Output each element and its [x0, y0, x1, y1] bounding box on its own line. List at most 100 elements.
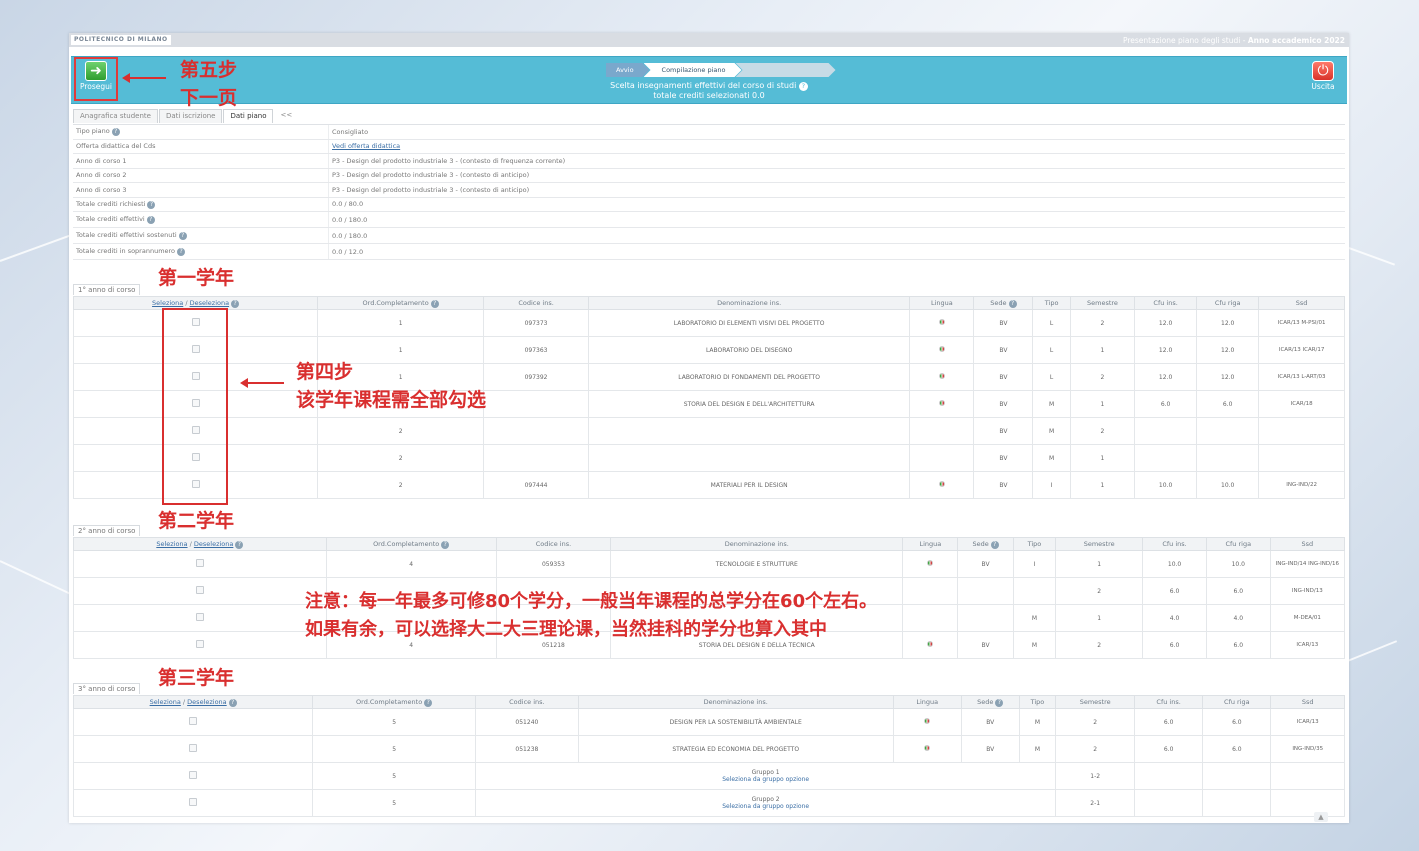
question-icon[interactable]: ? — [235, 540, 244, 549]
info-key: Totale crediti in soprannumero? — [73, 247, 328, 256]
question-icon[interactable]: ? — [430, 299, 439, 308]
italian-flag-icon — [927, 560, 934, 566]
question-icon[interactable]: ? — [441, 540, 450, 549]
table-header-row: Seleziona / Deseleziona? Ord.Completament… — [73, 537, 1346, 551]
cfu-row-cell: 10.0 — [1205, 550, 1271, 578]
code-cell — [483, 417, 590, 445]
deselect-all-link[interactable]: Deseleziona — [190, 299, 230, 307]
group-select-link[interactable]: Seleziona da gruppo opzione — [476, 776, 1055, 783]
semester-cell: 2 — [1069, 363, 1136, 391]
question-icon[interactable]: ? — [990, 540, 999, 549]
ord-cell: 2 — [317, 471, 485, 499]
column-header: Semestre — [1055, 695, 1136, 709]
language-cell — [909, 363, 975, 391]
question-icon[interactable]: ? — [228, 698, 237, 707]
language-cell — [902, 550, 959, 578]
info-key: Anno di corso 2 — [76, 171, 127, 180]
sede-cell: BV — [957, 550, 1014, 578]
semester-cell: 1 — [1055, 604, 1144, 632]
info-row: Totale crediti richiesti? 0.0 / 80.0 — [73, 197, 1345, 212]
info-key: Offerta didattica del Cds — [76, 142, 156, 151]
language-cell — [909, 444, 975, 472]
sede-cell: BV — [973, 336, 1034, 364]
cfu-cell: 6.0 — [1134, 735, 1204, 763]
select-header: Seleziona / Deseleziona? — [73, 537, 327, 551]
cfu-row-cell — [1196, 417, 1260, 445]
question-icon[interactable]: ? — [1008, 299, 1017, 308]
info-value[interactable]: Vedi offerta didattica — [328, 139, 1345, 153]
column-header: Cfu riga — [1196, 296, 1260, 310]
scroll-top-button[interactable]: ▲ — [1314, 812, 1328, 822]
step-avvio: Avvio — [606, 63, 650, 77]
step-compilazione: Compilazione piano — [644, 63, 742, 77]
column-header: Sede? — [960, 695, 1020, 709]
cfu-row-cell: 12.0 — [1196, 309, 1260, 337]
annotation-year3: 第三学年 — [158, 667, 235, 689]
column-header: Ord.Completamento? — [325, 537, 497, 551]
course-checkbox[interactable] — [195, 613, 204, 621]
ssd-cell: ICAR/13 — [1269, 631, 1346, 659]
course-checkbox[interactable] — [195, 559, 204, 567]
academic-year-title: Presentazione piano degli studi - Anno a… — [1122, 35, 1345, 45]
tipo-cell: L — [1032, 309, 1071, 337]
deselect-all-link[interactable]: Deseleziona — [187, 698, 227, 706]
info-row: Anno di corso 3 P3 - Design del prodotto … — [73, 183, 1345, 198]
course-table: Seleziona / Deseleziona? Ord.Completament… — [72, 296, 1345, 499]
course-checkbox[interactable] — [195, 640, 204, 648]
tab-collapse[interactable]: << — [274, 109, 298, 123]
tipo-cell: M — [1032, 417, 1071, 445]
italian-flag-icon — [938, 481, 945, 487]
question-icon[interactable]: ? — [424, 698, 433, 707]
empty-cell — [1270, 789, 1345, 817]
cfu-row-cell: 6.0 — [1202, 708, 1272, 736]
course-checkbox[interactable] — [189, 798, 198, 806]
info-row: Anno di corso 1 P3 - Design del prodotto … — [73, 154, 1345, 169]
info-key: Totale crediti effettivi? — [73, 215, 328, 224]
sede-cell: BV — [973, 363, 1034, 391]
code-cell: 051240 — [474, 708, 579, 736]
question-icon[interactable]: ? — [178, 232, 187, 240]
course-checkbox[interactable] — [189, 771, 198, 779]
cfu-cell: 10.0 — [1142, 550, 1207, 578]
column-header: Cfu riga — [1205, 537, 1271, 551]
group-name: Gruppo 1 — [751, 769, 780, 776]
select-cell — [73, 604, 327, 632]
course-checkbox[interactable] — [195, 586, 204, 594]
table-row: STORIA DEL DESIGN E DELL'ARCHITETTURA BV M… — [72, 390, 1345, 418]
select-all-link[interactable]: Seleziona — [152, 299, 183, 307]
sede-cell: BV — [960, 708, 1020, 736]
code-cell: 051238 — [474, 735, 579, 763]
tipo-cell: I — [1032, 471, 1071, 499]
course-checkbox[interactable] — [189, 717, 198, 725]
table-row: 5 051240 DESIGN PER LA SOSTENIBILITÀ AMBIE… — [72, 708, 1345, 736]
cfu-row-cell: 6.0 — [1202, 735, 1272, 763]
top-bar: POLITECNICO DI MILANO Presentazione pian… — [69, 33, 1349, 47]
select-cell — [72, 735, 314, 763]
header-subtitle: Scelta insegnamenti effettivi del corso … — [71, 81, 1347, 101]
group-select-link[interactable]: Seleziona da gruppo opzione — [476, 803, 1055, 810]
info-key: Anno di corso 3 — [76, 185, 127, 194]
select-header: Seleziona / Deseleziona? — [72, 695, 314, 709]
cfu-row-cell: 12.0 — [1196, 363, 1260, 391]
semester-cell: 1-2 — [1055, 762, 1136, 790]
annotation-arrow-step4 — [240, 378, 284, 388]
course-name-cell — [588, 417, 911, 445]
course-checkbox[interactable] — [189, 744, 198, 752]
question-icon[interactable]: ? — [231, 299, 240, 308]
question-icon[interactable]: ? — [177, 248, 186, 256]
uscita-button[interactable]: ⏻ Uscita — [1301, 59, 1345, 91]
question-icon[interactable]: ? — [146, 216, 155, 224]
deselect-all-link[interactable]: Deseleziona — [194, 540, 234, 548]
tab-anagrafica[interactable]: Anagrafica studente — [73, 109, 158, 123]
select-all-link[interactable]: Seleziona — [150, 698, 181, 706]
ssd-cell: ICAR/13 L-ART/03 — [1258, 363, 1345, 391]
question-icon[interactable]: ? — [111, 128, 120, 137]
ord-cell: 5 — [312, 762, 476, 790]
select-all-link[interactable]: Seleziona — [156, 540, 187, 548]
question-icon[interactable]: ? — [995, 698, 1004, 707]
column-header: Cfu ins. — [1134, 695, 1204, 709]
question-icon[interactable]: ? — [798, 82, 808, 91]
code-cell: 097444 — [483, 471, 590, 499]
question-icon[interactable]: ? — [147, 200, 156, 209]
table-row: 5 Gruppo 1 Seleziona da gruppo opzione 1-2 — [72, 762, 1345, 790]
